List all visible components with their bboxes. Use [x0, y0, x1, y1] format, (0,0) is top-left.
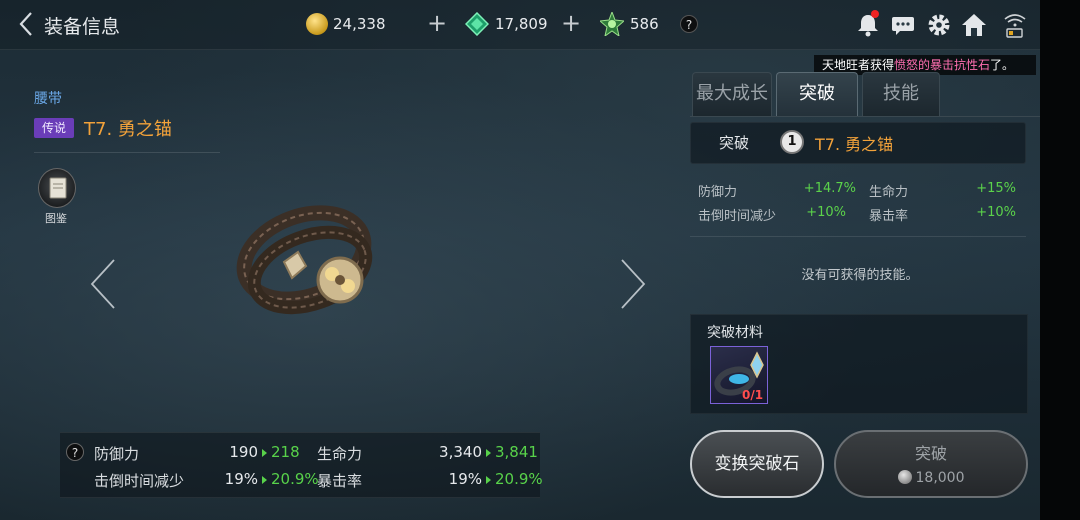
add-gem-button[interactable]: +: [561, 11, 581, 35]
codex-book-icon[interactable]: [38, 168, 76, 208]
home-icon[interactable]: [961, 12, 987, 38]
bonus-label-hp: 生命力: [869, 185, 909, 200]
bonus-label-knockdown: 击倒时间减少: [698, 209, 777, 224]
announcement-prefix: 天地旺者获得: [822, 58, 895, 72]
cost-amount: 18,000: [915, 470, 965, 486]
gold-amount: 24,338: [333, 15, 386, 33]
stone-currency: 586: [600, 11, 659, 37]
silver-coin-icon: [897, 470, 912, 484]
screen-edge-bar: [1040, 0, 1080, 520]
add-gold-button[interactable]: +: [427, 11, 447, 35]
breakthrough-label: 突破: [719, 134, 750, 152]
materials-label: 突破材料: [707, 325, 763, 341]
arrow-right-icon: [486, 476, 491, 484]
convert-stone-button[interactable]: 变换突破石: [690, 430, 824, 498]
stat-label-hp: 生命力: [317, 445, 363, 463]
bonus-value-crit: +10%: [976, 205, 1016, 220]
stat-current-crit: 19%: [448, 470, 482, 488]
item-name: T7. 勇之锚: [84, 119, 172, 140]
rarity-badge: 传说: [34, 118, 74, 138]
stat-next-defense: 218: [271, 443, 300, 461]
next-item-arrow-icon[interactable]: [618, 258, 648, 310]
gem-amount: 17,809: [495, 15, 548, 33]
stat-next-knockdown: 20.9%: [271, 470, 319, 488]
tab-skills[interactable]: 技能: [862, 72, 940, 116]
divider: [690, 236, 1026, 237]
stat-label-knockdown: 击倒时间减少: [94, 472, 185, 490]
breakthrough-button-label: 突破: [914, 444, 947, 463]
arrow-right-icon: [262, 449, 267, 457]
gem-currency: 17,809: [465, 11, 548, 37]
stat-label-crit: 暴击率: [317, 472, 363, 490]
currency-help-button[interactable]: ?: [680, 15, 698, 33]
page-title: 装备信息: [44, 16, 121, 38]
gear-icon[interactable]: [926, 12, 952, 38]
breakthrough-level-badge: 1: [780, 130, 804, 154]
material-count: 0/1: [742, 388, 764, 402]
stat-current-knockdown: 19%: [224, 470, 258, 488]
stat-label-defense: 防御力: [94, 445, 140, 463]
notification-dot: [871, 10, 879, 18]
bonus-label-defense: 防御力: [698, 185, 738, 200]
arrow-right-icon: [262, 476, 267, 484]
breakthrough-item-name: T7. 勇之锚: [815, 135, 894, 154]
bonus-value-knockdown: +10%: [806, 205, 846, 220]
stat-next-crit: 20.9%: [495, 470, 543, 488]
codex-label: 图鉴: [45, 212, 67, 225]
stone-amount: 586: [630, 15, 659, 33]
stat-next-hp: 3,841: [495, 443, 538, 461]
back-arrow-icon[interactable]: [16, 10, 38, 38]
breakthrough-cost: 18,000: [834, 470, 1028, 486]
divider: [34, 152, 220, 153]
prev-item-arrow-icon[interactable]: [88, 258, 118, 310]
no-skill-message: 没有可获得的技能。: [801, 268, 919, 283]
bonus-value-hp: +15%: [976, 181, 1016, 196]
green-stone-icon: [600, 12, 624, 36]
announcement-highlight: 愤怒的暴击抗性石: [894, 58, 991, 72]
tab-divider: [690, 116, 1040, 117]
announcement-suffix: 了。: [990, 58, 1015, 72]
gold-currency: 24,338: [306, 11, 386, 37]
stat-current-hp: 3,340: [439, 443, 482, 461]
stats-help-button[interactable]: ?: [66, 443, 84, 461]
stat-current-defense: 190: [229, 443, 258, 461]
bonus-value-defense: +14.7%: [803, 181, 856, 196]
wifi-battery-icon: [1004, 14, 1026, 38]
chat-icon[interactable]: [890, 12, 916, 38]
belt-item-image: [236, 205, 373, 315]
tab-max-growth[interactable]: 最大成长: [692, 72, 772, 116]
item-type: 腰带: [34, 91, 62, 107]
arrow-right-icon: [486, 449, 491, 457]
tab-breakthrough[interactable]: 突破: [776, 72, 858, 116]
gold-coin-icon: [306, 13, 328, 35]
green-gem-icon: [465, 12, 489, 36]
bonus-label-crit: 暴击率: [869, 209, 909, 224]
